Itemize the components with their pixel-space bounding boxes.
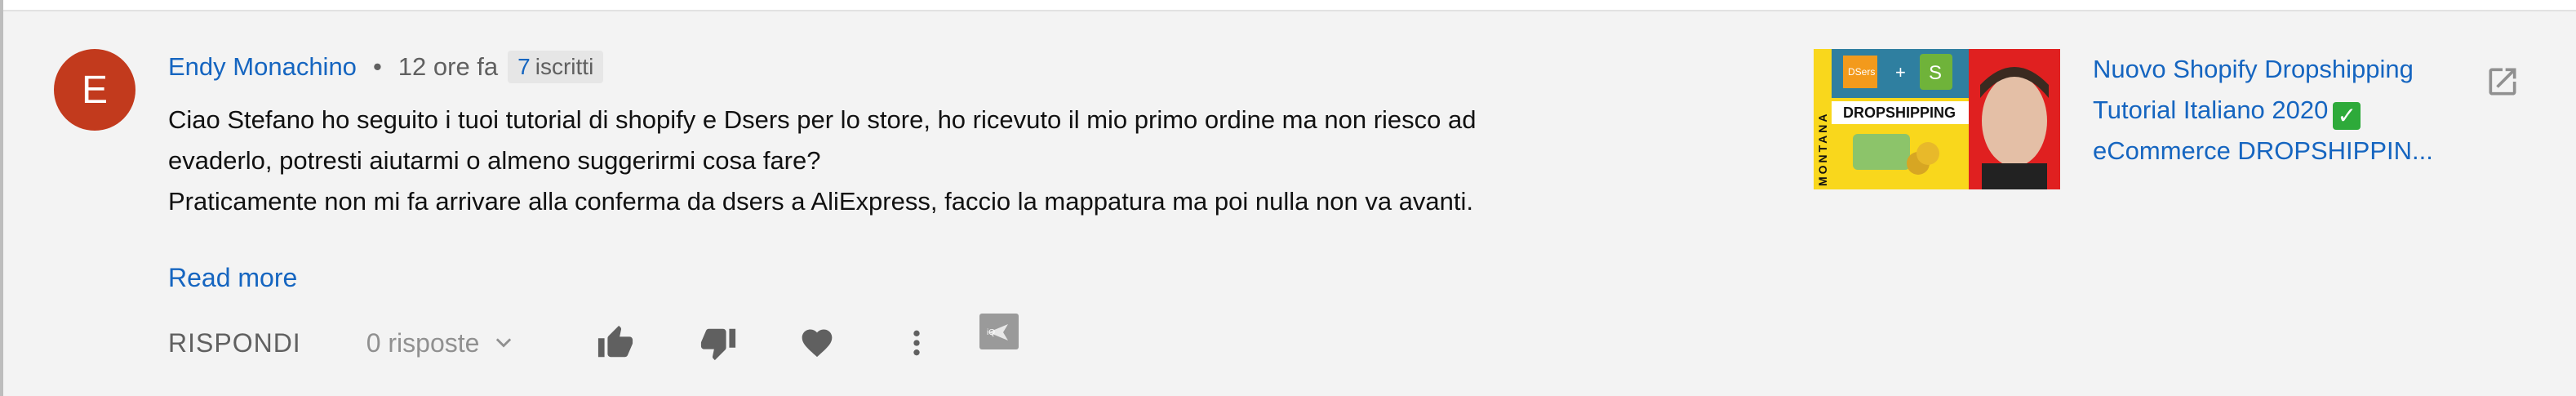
money-image xyxy=(1853,134,1910,170)
video-title-line-with-check: Tutorial Italiano 2020 ✓ xyxy=(2093,90,2444,131)
svg-text:S: S xyxy=(1929,62,1942,84)
dropshipping-banner: DROPSHIPPING xyxy=(1843,105,1956,121)
read-more-link[interactable]: Read more xyxy=(168,263,297,293)
avatar-letter: E xyxy=(81,68,108,112)
open-external-icon[interactable] xyxy=(2485,64,2520,104)
svg-text:iQ: iQ xyxy=(987,328,995,337)
check-mark-icon: ✓ xyxy=(2333,102,2361,130)
more-vert-icon[interactable] xyxy=(900,325,933,361)
timestamp[interactable]: 12 ore fa xyxy=(398,52,498,82)
author-name[interactable]: Endy Monachino xyxy=(168,52,357,82)
dsers-logo-text: DSers xyxy=(1848,66,1875,78)
video-title-line: Tutorial Italiano 2020 xyxy=(2093,96,2329,124)
replies-count: 0 risposte xyxy=(366,327,480,358)
heart-icon[interactable] xyxy=(799,325,835,361)
separator-dot: • xyxy=(372,52,382,81)
reply-arrow-icon[interactable]: iQ xyxy=(979,313,1019,350)
thumb-up-icon[interactable] xyxy=(597,324,634,362)
video-title-link[interactable]: Nuovo Shopify Dropshipping Tutorial Ital… xyxy=(2093,49,2444,171)
comment-body: Ciao Stefano ho seguito i tuoi tutorial … xyxy=(168,100,1621,222)
avatar[interactable]: E xyxy=(54,49,135,131)
left-border xyxy=(0,0,3,396)
reply-button[interactable]: RISPONDI xyxy=(168,328,301,358)
subscriber-label: iscritti xyxy=(535,54,594,79)
brand-vertical-text: MONTANA xyxy=(1816,111,1829,186)
comment-line: Praticamente non mi fa arrivare alla con… xyxy=(168,187,1474,216)
comment-line: Ciao Stefano ho seguito i tuoi tutorial … xyxy=(168,105,1477,134)
chevron-down-icon xyxy=(492,331,515,354)
thumb-down-icon[interactable] xyxy=(700,324,737,362)
video-title-line: Nuovo Shopify Dropshipping xyxy=(2093,55,2414,83)
replies-toggle[interactable]: 0 risposte xyxy=(366,328,516,358)
comment-header: Endy Monachino • 12 ore fa 7 iscritti xyxy=(168,47,604,87)
video-thumbnail[interactable]: DSers + S DROPSHIPPING MONTANA xyxy=(1814,49,2060,189)
top-divider xyxy=(0,0,2576,11)
subscriber-count: 7 xyxy=(517,54,531,79)
face-image xyxy=(1982,75,2047,167)
video-title-line: eCommerce DROPSHIPPIN... xyxy=(2093,136,2433,165)
comment-line: evaderlo, potresti aiutarmi o almeno sug… xyxy=(168,146,821,175)
plus-sign: + xyxy=(1895,62,1906,82)
comment-actions: RISPONDI 0 risposte iQ xyxy=(168,314,1019,367)
subscriber-badge: 7 iscritti xyxy=(508,51,604,83)
